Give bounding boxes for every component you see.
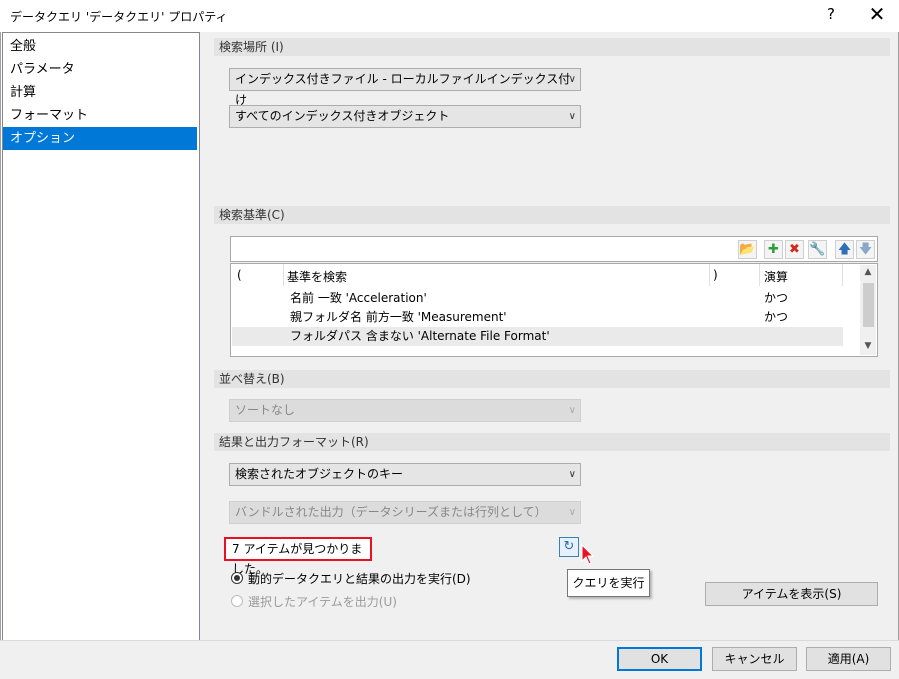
items-found-status: 7 アイテムが見つかりました。: [224, 537, 372, 576]
chevron-down-icon: ∨: [568, 74, 576, 85]
wrench-icon[interactable]: 🔧: [808, 240, 827, 259]
scroll-down-icon[interactable]: ▼: [860, 341, 876, 351]
move-down-icon[interactable]: 🡇: [856, 240, 875, 259]
sort-value: ソートなし: [235, 403, 296, 417]
criteria-cell: 親フォルダ名 前方一致 'Measurement': [290, 310, 507, 324]
nav-item-parameters[interactable]: パラメータ: [3, 58, 197, 81]
apply-button[interactable]: 適用(A): [806, 647, 891, 671]
column-criteria: 基準を検索: [287, 270, 348, 284]
chevron-down-icon: ∨: [568, 507, 576, 518]
mouse-cursor-icon: [581, 544, 595, 565]
sort-dropdown: ソートなし ∨: [229, 399, 581, 422]
window-title: データクエリ 'データクエリ' プロパティ: [10, 10, 228, 24]
scroll-up-icon[interactable]: ▲: [860, 267, 876, 277]
chevron-down-icon: ∨: [568, 405, 576, 416]
add-icon[interactable]: ✚: [764, 240, 783, 259]
object-scope-value: すべてのインデックス付きオブジェクト: [235, 109, 450, 123]
criteria-table: ( 基準を検索 ) 演算 名前 一致 'Acceleration' かつ 親フォ…: [230, 263, 878, 357]
radio-output-selected-label: 選択したアイテムを出力(U): [248, 595, 397, 609]
criteria-cell: 名前 一致 'Acceleration': [290, 291, 427, 305]
column-operator: 演算: [764, 270, 789, 284]
index-source-dropdown[interactable]: インデックス付きファイル - ローカルファイルインデックス付け ∨: [229, 68, 581, 107]
run-query-icon[interactable]: ↻: [559, 537, 579, 557]
criteria-toolbar: 📂 ✚ ✖ 🔧 🡅 🡇: [230, 236, 878, 262]
nav-item-options[interactable]: オプション: [3, 127, 197, 150]
delete-icon[interactable]: ✖: [785, 240, 804, 259]
column-divider: [759, 264, 760, 286]
object-scope-dropdown[interactable]: すべてのインデックス付きオブジェクト ∨: [229, 105, 581, 128]
close-button[interactable]: ✕: [866, 2, 888, 26]
column-open-paren: (: [237, 268, 242, 282]
search-criteria-header: 検索基準(C): [214, 206, 890, 224]
radio-run-dynamic-query[interactable]: [231, 572, 243, 584]
radio-selected-dot: [234, 575, 240, 581]
nav-item-format[interactable]: フォーマット: [3, 104, 197, 127]
vertical-scrollbar[interactable]: ▲ ▼: [860, 265, 876, 355]
move-up-icon[interactable]: 🡅: [835, 240, 854, 259]
radio-run-dynamic-query-label[interactable]: 動的データクエリと結果の出力を実行(D): [248, 570, 471, 587]
results-format-header: 結果と出力フォーマット(R): [214, 433, 890, 451]
column-divider: [709, 264, 710, 286]
category-list: 全般 パラメータ 計算 フォーマット オプション: [2, 32, 200, 642]
column-close-paren: ): [713, 268, 718, 282]
title-bar: データクエリ 'データクエリ' プロパティ ? ✕: [0, 0, 899, 32]
table-row[interactable]: 名前 一致 'Acceleration' かつ: [232, 289, 843, 308]
open-folder-icon[interactable]: 📂: [738, 240, 757, 259]
table-row[interactable]: フォルダパス 含まない 'Alternate File Format': [232, 327, 843, 346]
ok-button[interactable]: OK: [617, 647, 702, 671]
output-format-dropdown: バンドルされた出力（データシリーズまたは行列として） ∨: [229, 501, 581, 524]
chevron-down-icon: ∨: [568, 469, 576, 480]
show-items-button[interactable]: アイテムを表示(S): [705, 582, 878, 606]
scroll-thumb[interactable]: [863, 283, 874, 327]
criteria-cell: フォルダパス 含まない 'Alternate File Format': [290, 329, 550, 343]
sort-header: 並べ替え(B): [214, 370, 890, 388]
column-divider: [283, 264, 284, 286]
output-format-value: バンドルされた出力（データシリーズまたは行列として）: [235, 505, 547, 519]
nav-item-calculation[interactable]: 計算: [3, 81, 197, 104]
operator-cell: かつ: [764, 291, 789, 305]
column-divider: [842, 264, 843, 286]
search-location-header: 検索場所 (I): [214, 38, 890, 56]
run-query-tooltip: クエリを実行: [567, 569, 650, 597]
chevron-down-icon: ∨: [568, 111, 576, 122]
result-type-value: 検索されたオブジェクトのキー: [235, 467, 404, 481]
cancel-button[interactable]: キャンセル: [712, 647, 797, 671]
table-row[interactable]: 親フォルダ名 前方一致 'Measurement' かつ: [232, 308, 843, 327]
nav-item-general[interactable]: 全般: [3, 35, 197, 58]
result-type-dropdown[interactable]: 検索されたオブジェクトのキー ∨: [229, 463, 581, 486]
operator-cell: かつ: [764, 310, 789, 324]
radio-output-selected: [231, 595, 243, 607]
help-button[interactable]: ?: [823, 5, 839, 23]
